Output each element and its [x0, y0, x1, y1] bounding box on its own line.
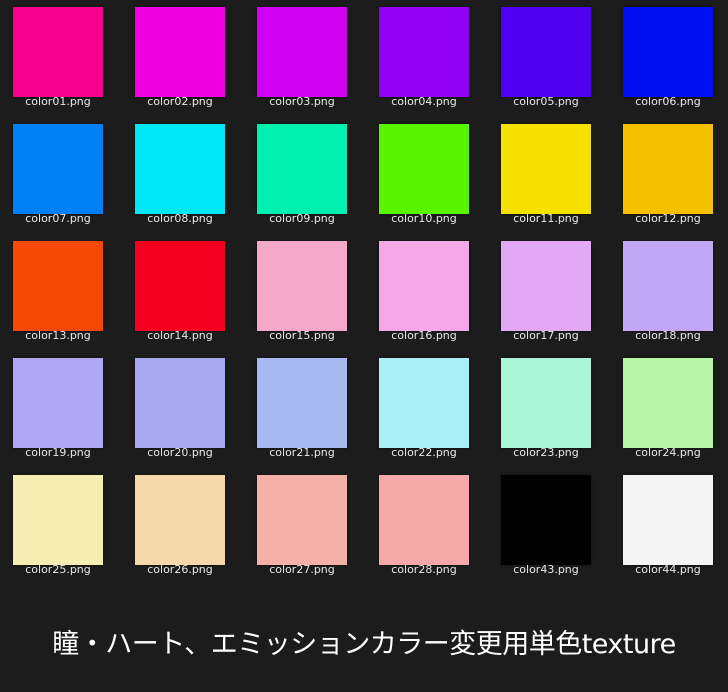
file-item[interactable]: color13.png: [0, 234, 122, 351]
file-name: color09.png: [269, 212, 335, 225]
file-item[interactable]: color03.png: [244, 0, 366, 117]
thumbnail: [13, 475, 103, 565]
thumbnail: [257, 358, 347, 448]
file-name: color25.png: [25, 563, 91, 576]
file-name: color08.png: [147, 212, 213, 225]
file-name: color18.png: [635, 329, 701, 342]
file-item[interactable]: color26.png: [122, 468, 244, 585]
thumbnail: [623, 7, 713, 97]
file-item[interactable]: color17.png: [488, 234, 610, 351]
file-name: color22.png: [391, 446, 457, 459]
file-name: color27.png: [269, 563, 335, 576]
file-name: color15.png: [269, 329, 335, 342]
thumbnail: [13, 358, 103, 448]
file-item[interactable]: color27.png: [244, 468, 366, 585]
thumbnail: [13, 241, 103, 331]
file-name: color20.png: [147, 446, 213, 459]
file-name: color04.png: [391, 95, 457, 108]
thumbnail: [135, 124, 225, 214]
file-item[interactable]: color11.png: [488, 117, 610, 234]
file-name: color02.png: [147, 95, 213, 108]
file-name: color21.png: [269, 446, 335, 459]
file-item[interactable]: color07.png: [0, 117, 122, 234]
thumbnail: [135, 241, 225, 331]
thumbnail: [501, 241, 591, 331]
thumbnail: [623, 241, 713, 331]
thumbnail: [501, 475, 591, 565]
file-name: color07.png: [25, 212, 91, 225]
file-name: color11.png: [513, 212, 579, 225]
thumbnail: [623, 358, 713, 448]
thumbnail: [379, 358, 469, 448]
thumbnail: [13, 7, 103, 97]
file-item[interactable]: color06.png: [610, 0, 728, 117]
file-item[interactable]: color09.png: [244, 117, 366, 234]
thumbnail: [623, 124, 713, 214]
file-item[interactable]: color10.png: [366, 117, 488, 234]
file-name: color17.png: [513, 329, 579, 342]
thumbnail: [379, 241, 469, 331]
file-item[interactable]: color14.png: [122, 234, 244, 351]
thumbnail: [623, 475, 713, 565]
thumbnail: [257, 7, 347, 97]
file-item[interactable]: color25.png: [0, 468, 122, 585]
file-item[interactable]: color08.png: [122, 117, 244, 234]
thumbnail: [257, 241, 347, 331]
file-item[interactable]: color02.png: [122, 0, 244, 117]
thumbnail: [135, 358, 225, 448]
file-item[interactable]: color20.png: [122, 351, 244, 468]
file-item[interactable]: color28.png: [366, 468, 488, 585]
file-name: color14.png: [147, 329, 213, 342]
file-item[interactable]: color01.png: [0, 0, 122, 117]
thumbnail: [379, 7, 469, 97]
file-name: color44.png: [635, 563, 701, 576]
file-name: color03.png: [269, 95, 335, 108]
file-name: color19.png: [25, 446, 91, 459]
file-item[interactable]: color44.png: [610, 468, 728, 585]
thumbnail: [257, 475, 347, 565]
file-item[interactable]: color19.png: [0, 351, 122, 468]
file-name: color26.png: [147, 563, 213, 576]
file-item[interactable]: color23.png: [488, 351, 610, 468]
file-item[interactable]: color18.png: [610, 234, 728, 351]
file-item[interactable]: color04.png: [366, 0, 488, 117]
file-item[interactable]: color24.png: [610, 351, 728, 468]
caption: 瞳・ハート、エミッションカラー変更用単色texture: [52, 629, 676, 660]
file-name: color24.png: [635, 446, 701, 459]
file-item[interactable]: color15.png: [244, 234, 366, 351]
file-item[interactable]: color05.png: [488, 0, 610, 117]
file-name: color10.png: [391, 212, 457, 225]
file-name: color43.png: [513, 563, 579, 576]
file-item[interactable]: color12.png: [610, 117, 728, 234]
file-name: color12.png: [635, 212, 701, 225]
file-item[interactable]: color21.png: [244, 351, 366, 468]
file-name: color01.png: [25, 95, 91, 108]
file-name: color13.png: [25, 329, 91, 342]
file-item[interactable]: color22.png: [366, 351, 488, 468]
file-item[interactable]: color16.png: [366, 234, 488, 351]
thumbnail: [135, 475, 225, 565]
thumbnail: [501, 7, 591, 97]
file-item[interactable]: color43.png: [488, 468, 610, 585]
file-name: color16.png: [391, 329, 457, 342]
file-name: color23.png: [513, 446, 579, 459]
thumbnail: [257, 124, 347, 214]
thumbnail: [135, 7, 225, 97]
thumbnail: [13, 124, 103, 214]
file-name: color05.png: [513, 95, 579, 108]
thumbnail: [501, 358, 591, 448]
file-name: color06.png: [635, 95, 701, 108]
thumbnail: [501, 124, 591, 214]
thumbnail: [379, 475, 469, 565]
file-name: color28.png: [391, 563, 457, 576]
thumbnail: [379, 124, 469, 214]
